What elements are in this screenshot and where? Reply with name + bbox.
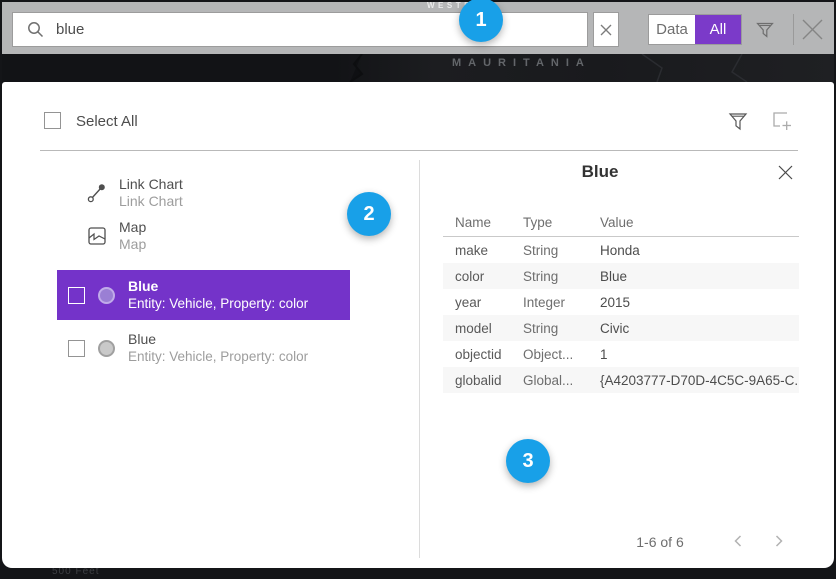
toolbar-close-button[interactable] bbox=[800, 17, 825, 47]
result-title: Blue bbox=[128, 278, 308, 295]
cell-value: Blue bbox=[600, 269, 799, 284]
cell-name: color bbox=[443, 269, 523, 284]
panel-vertical-divider bbox=[419, 160, 420, 558]
result-checkbox[interactable] bbox=[68, 287, 85, 304]
column-header-type: Type bbox=[523, 215, 600, 230]
panel-filter-button[interactable] bbox=[727, 110, 749, 137]
result-title: Link Chart bbox=[119, 176, 183, 193]
table-row: make String Honda bbox=[443, 237, 799, 263]
result-subtitle: Entity: Vehicle, Property: color bbox=[128, 348, 308, 365]
table-row: model String Civic bbox=[443, 315, 799, 341]
cell-value: 2015 bbox=[600, 295, 799, 310]
result-subtitle: Map bbox=[119, 236, 146, 253]
entity-circle-icon bbox=[98, 340, 115, 357]
cell-value: Civic bbox=[600, 321, 799, 336]
detail-close-button[interactable] bbox=[777, 164, 794, 186]
search-icon bbox=[27, 21, 44, 38]
chevron-right-icon bbox=[773, 534, 785, 548]
cell-name: objectid bbox=[443, 347, 523, 362]
column-header-value: Value bbox=[600, 215, 799, 230]
cell-value: 1 bbox=[600, 347, 799, 362]
result-row-blue[interactable]: Blue Entity: Vehicle, Property: color bbox=[57, 323, 350, 373]
result-row-blue-selected[interactable]: Blue Entity: Vehicle, Property: color bbox=[57, 270, 350, 320]
search-toolbar: Data All bbox=[2, 2, 834, 54]
map-icon bbox=[86, 225, 108, 247]
add-to-selection-icon bbox=[770, 109, 794, 133]
toolbar-divider bbox=[793, 14, 794, 45]
table-header-row: Name Type Value bbox=[443, 208, 799, 236]
funnel-icon bbox=[727, 110, 749, 132]
callout-badge-1: 1 bbox=[459, 0, 503, 42]
page-previous-button[interactable] bbox=[732, 534, 744, 553]
detail-title: Blue bbox=[420, 162, 780, 182]
clear-search-button[interactable] bbox=[593, 12, 619, 47]
select-all-checkbox[interactable] bbox=[44, 112, 61, 129]
result-subtitle: Link Chart bbox=[119, 193, 183, 210]
scope-option-all[interactable]: All bbox=[695, 15, 741, 44]
cell-type: Global... bbox=[523, 373, 600, 388]
chevron-left-icon bbox=[732, 534, 744, 548]
callout-number: 1 bbox=[475, 9, 486, 32]
callout-badge-2: 2 bbox=[347, 192, 391, 236]
cell-type: String bbox=[523, 321, 600, 336]
cell-name: model bbox=[443, 321, 523, 336]
table-row: objectid Object... 1 bbox=[443, 341, 799, 367]
result-checkbox[interactable] bbox=[68, 340, 85, 357]
cell-type: Integer bbox=[523, 295, 600, 310]
add-to-selection-button[interactable] bbox=[770, 109, 794, 138]
select-all-label: Select All bbox=[76, 113, 138, 130]
cell-type: Object... bbox=[523, 347, 600, 362]
table-row: color String Blue bbox=[443, 263, 799, 289]
result-subtitle: Entity: Vehicle, Property: color bbox=[128, 295, 308, 312]
cell-type: String bbox=[523, 269, 600, 284]
x-icon bbox=[777, 164, 794, 181]
properties-table: Name Type Value make String Honda color … bbox=[443, 208, 799, 393]
column-header-name: Name bbox=[443, 215, 523, 230]
result-item-map[interactable]: Map Map bbox=[86, 219, 146, 253]
cell-name: make bbox=[443, 243, 523, 258]
cell-name: year bbox=[443, 295, 523, 310]
app-window: WESTER MAURITANIA 500 Feet Data All bbox=[0, 0, 836, 579]
result-title: Blue bbox=[128, 331, 308, 348]
cell-name: globalid bbox=[443, 373, 523, 388]
x-icon bbox=[800, 17, 825, 42]
result-title: Map bbox=[119, 219, 146, 236]
link-chart-icon bbox=[86, 182, 108, 204]
table-row: globalid Global... {A4203777-D70D-4C5C-9… bbox=[443, 367, 799, 393]
scope-option-data[interactable]: Data bbox=[649, 15, 695, 44]
cell-type: String bbox=[523, 243, 600, 258]
scope-toggle: Data All bbox=[648, 14, 742, 45]
map-background bbox=[2, 54, 834, 82]
callout-number: 3 bbox=[522, 450, 533, 473]
cell-value: {A4203777-D70D-4C5C-9A65-C... bbox=[600, 373, 799, 388]
entity-circle-icon bbox=[98, 287, 115, 304]
cell-value: Honda bbox=[600, 243, 799, 258]
table-row: year Integer 2015 bbox=[443, 289, 799, 315]
panel-header-divider bbox=[40, 150, 798, 151]
funnel-icon bbox=[754, 18, 776, 40]
toolbar-filter-button[interactable] bbox=[754, 18, 776, 45]
map-label-mauritania: MAURITANIA bbox=[452, 57, 591, 69]
search-results-panel: Select All Link Chart Link bbox=[2, 82, 834, 568]
x-icon bbox=[600, 24, 612, 36]
callout-badge-3: 3 bbox=[506, 439, 550, 483]
pagination-label: 1-6 of 6 bbox=[615, 534, 705, 550]
callout-number: 2 bbox=[363, 203, 374, 226]
result-item-link-chart[interactable]: Link Chart Link Chart bbox=[86, 176, 183, 210]
page-next-button[interactable] bbox=[773, 534, 785, 553]
